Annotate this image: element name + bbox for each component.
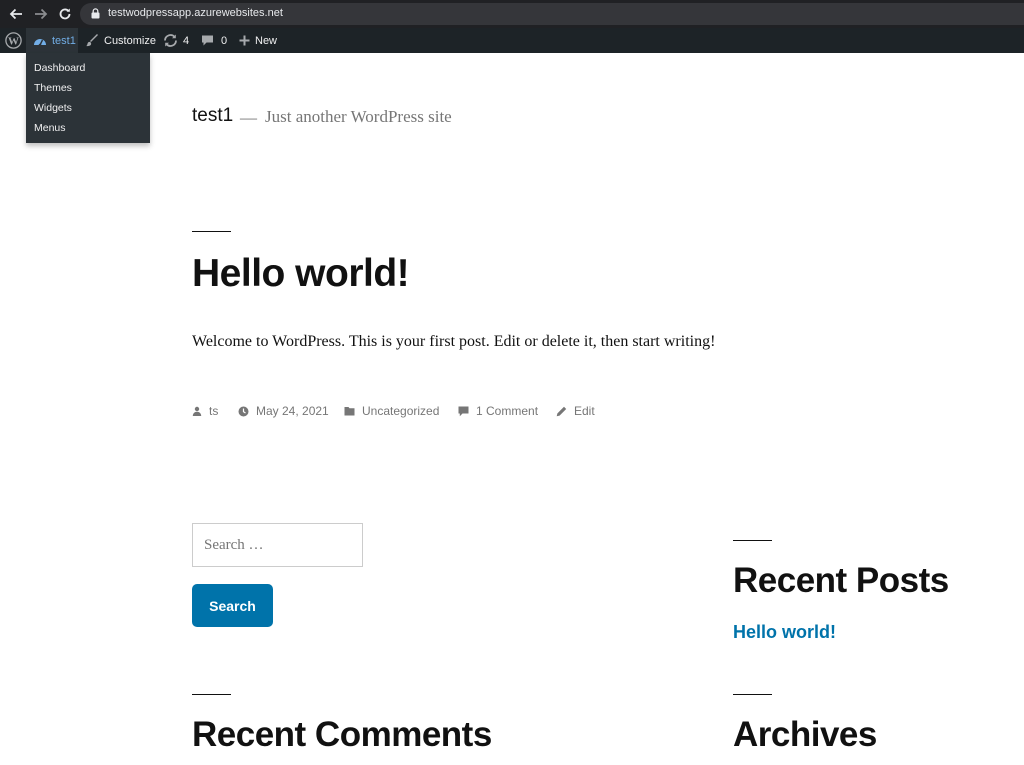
wordpress-logo-icon: W <box>4 32 22 49</box>
clock-icon <box>238 406 249 416</box>
url-text: testwodpressapp.azurewebsites.net <box>108 7 283 19</box>
site-name-dropdown: Dashboard Themes Widgets Menus <box>26 53 150 143</box>
paintbrush-icon <box>86 34 98 47</box>
reload-icon <box>59 8 71 20</box>
search-button[interactable]: Search <box>192 584 273 627</box>
dashboard-gauge-icon <box>34 38 46 46</box>
recent-comments-divider <box>192 694 231 695</box>
dropdown-item-dashboard[interactable]: Dashboard <box>26 59 150 79</box>
address-bar[interactable]: testwodpressapp.azurewebsites.net <box>80 3 1024 25</box>
updates-icon <box>164 34 177 47</box>
search-input[interactable]: Search … <box>192 523 363 567</box>
back-button[interactable] <box>6 4 26 24</box>
comment-icon <box>458 406 469 416</box>
forward-arrow-icon <box>35 8 48 20</box>
search-button-label: Search <box>209 597 256 614</box>
plus-icon <box>239 35 250 46</box>
search-placeholder: Search … <box>204 536 264 553</box>
forward-button[interactable] <box>31 4 51 24</box>
post-date[interactable]: May 24, 2021 <box>238 402 329 420</box>
dropdown-item-menus[interactable]: Menus <box>26 119 150 139</box>
site-tagline: Just another WordPress site <box>265 107 452 126</box>
browser-toolbar: testwodpressapp.azurewebsites.net <box>0 0 1024 28</box>
comments-button[interactable]: 0 <box>201 28 227 53</box>
archives-divider <box>733 694 772 695</box>
site-name-label: test1 <box>52 34 76 47</box>
wp-admin-bar: W test1 Customize 4 0 New <box>0 28 1024 53</box>
comments-count: 0 <box>221 34 228 47</box>
comment-bubble-icon <box>202 35 213 46</box>
back-arrow-icon <box>9 8 22 20</box>
dropdown-item-widgets[interactable]: Widgets <box>26 99 150 119</box>
svg-text:W: W <box>8 35 19 47</box>
wp-logo-menu[interactable]: W <box>0 28 26 53</box>
recent-posts-divider <box>733 540 772 541</box>
site-name-menu[interactable]: test1 <box>26 28 78 53</box>
recent-comments-title: Recent Comments <box>192 715 492 754</box>
post-comments-link[interactable]: 1 Comment <box>458 402 538 420</box>
post-category-text: Uncategorized <box>362 404 440 418</box>
lock-icon <box>91 8 100 19</box>
recent-post-link[interactable]: Hello world! <box>733 622 836 643</box>
post-edit-text: Edit <box>574 404 595 418</box>
post-edit-link[interactable]: Edit <box>556 402 595 420</box>
post-divider <box>192 231 231 232</box>
post-category[interactable]: Uncategorized <box>344 402 439 420</box>
folder-icon <box>344 407 355 416</box>
post-title[interactable]: Hello world! <box>192 252 410 296</box>
reload-button[interactable] <box>55 4 75 24</box>
archives-title: Archives <box>733 715 877 754</box>
post-date-text: May 24, 2021 <box>256 404 329 418</box>
customize-button[interactable]: Customize <box>86 28 156 53</box>
new-content-button[interactable]: New <box>239 28 277 53</box>
site-title-link[interactable]: test1 <box>192 105 233 127</box>
site-title-separator: — <box>240 108 257 127</box>
post-comments-text: 1 Comment <box>476 404 539 418</box>
dropdown-item-themes[interactable]: Themes <box>26 79 150 99</box>
author-icon <box>192 406 202 416</box>
customize-label: Customize <box>104 34 156 47</box>
updates-button[interactable]: 4 <box>163 28 189 53</box>
updates-count: 4 <box>183 34 190 47</box>
post-author[interactable]: ts <box>192 402 218 420</box>
post-author-name: ts <box>209 404 219 418</box>
recent-posts-title: Recent Posts <box>733 561 949 600</box>
post-content: Welcome to WordPress. This is your first… <box>192 333 716 350</box>
pencil-icon <box>556 406 567 416</box>
new-label: New <box>255 34 278 47</box>
